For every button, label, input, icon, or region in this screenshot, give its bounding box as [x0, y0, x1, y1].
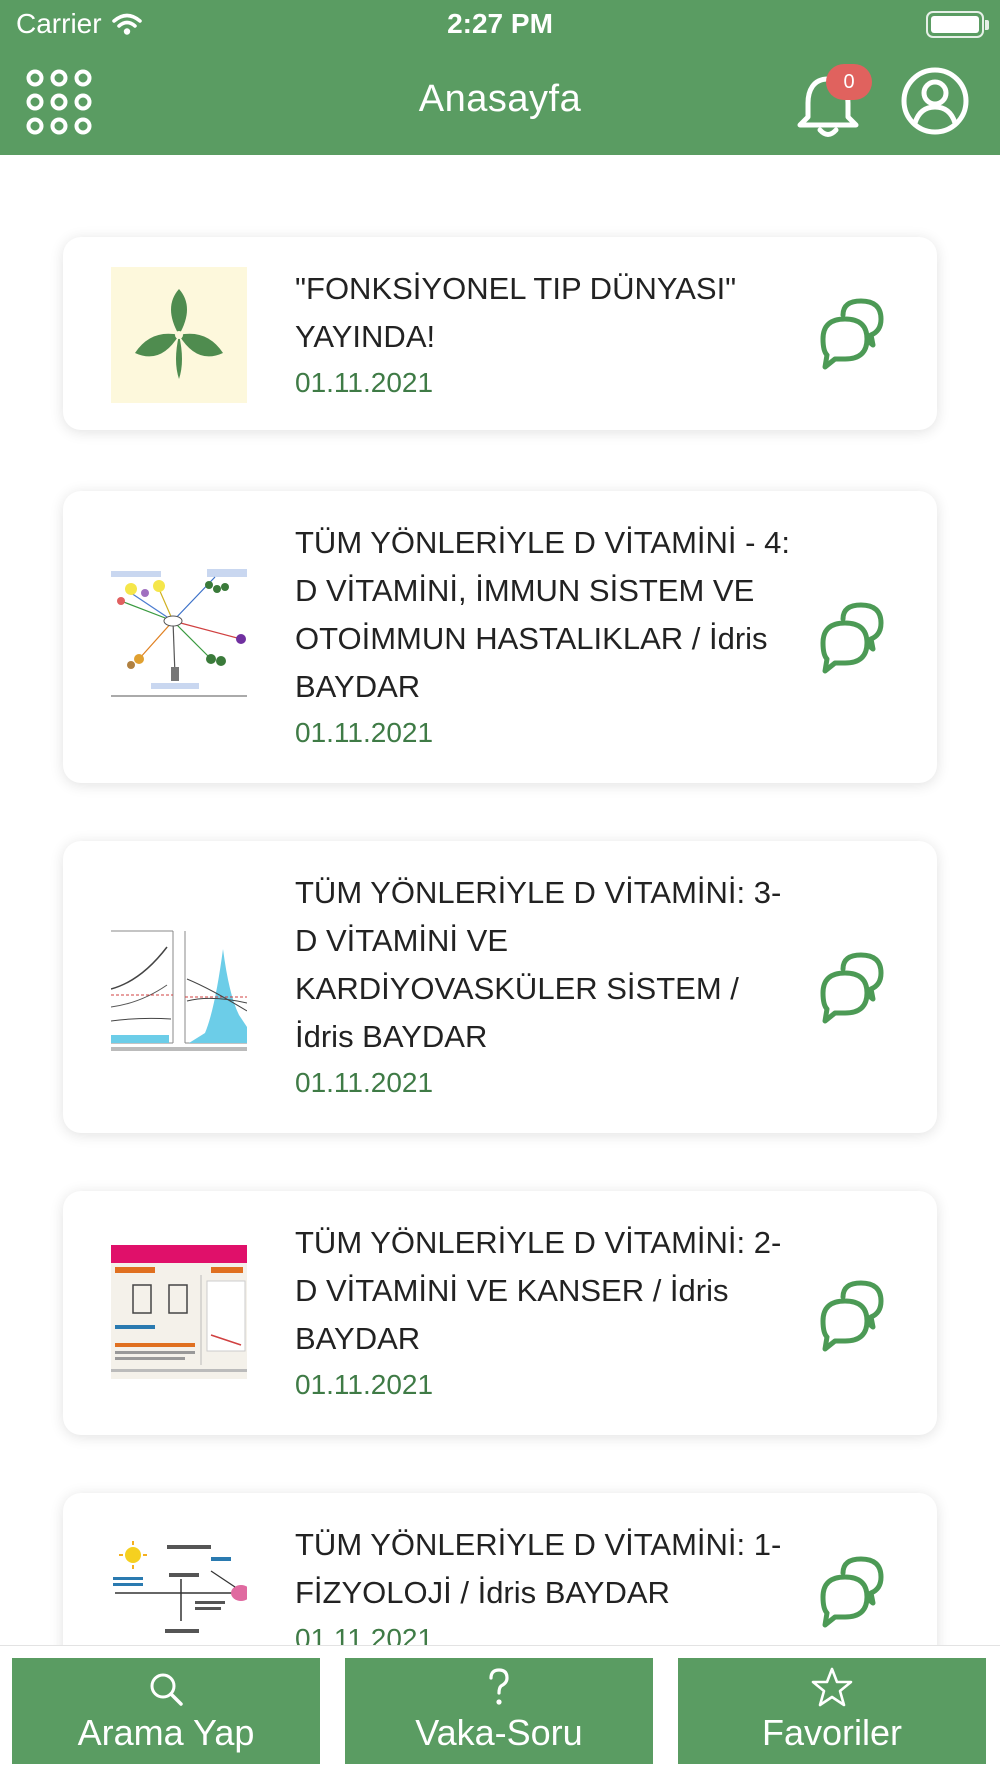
article-title: TÜM YÖNLERİYLE D VİTAMİNİ: 2- D VİTAMİNİ…	[295, 1225, 782, 1356]
app-header: Carrier 2:27 PM Anasayfa 0	[0, 0, 1000, 155]
immune-system-diagram-icon	[111, 569, 247, 697]
tab-case-question[interactable]: Vaka-Soru	[345, 1658, 653, 1764]
article-date: 01.11.2021	[295, 1067, 434, 1098]
question-mark-icon	[489, 1668, 509, 1705]
comment-button[interactable]	[813, 599, 889, 675]
comment-button[interactable]	[813, 949, 889, 1025]
tab-favorites-label: Favoriler	[761, 1712, 903, 1753]
profile-button[interactable]	[900, 66, 970, 136]
nav-bar: Anasayfa 0	[0, 50, 1000, 155]
article-thumbnail	[111, 569, 247, 705]
comment-button[interactable]	[813, 1553, 889, 1629]
article-card[interactable]: TÜM YÖNLERİYLE D VİTAMİNİ: 3- D VİTAMİNİ…	[63, 841, 937, 1133]
article-date: 01.11.2021	[295, 1369, 434, 1400]
search-icon	[150, 1673, 183, 1706]
status-time: 2:27 PM	[447, 8, 553, 39]
article-card[interactable]: TÜM YÖNLERİYLE D VİTAMİNİ - 4: D VİTAMİN…	[63, 491, 937, 783]
article-thumbnail	[111, 267, 247, 403]
grid-menu-button[interactable]	[24, 67, 94, 137]
article-title: TÜM YÖNLERİYLE D VİTAMİNİ: 3- D VİTAMİNİ…	[295, 875, 782, 1054]
article-card[interactable]: TÜM YÖNLERİYLE D VİTAMİNİ: 1-FİZYOLOJİ /…	[63, 1493, 937, 1645]
chat-bubbles-icon	[820, 1556, 884, 1628]
user-profile-icon	[901, 67, 969, 135]
article-title: TÜM YÖNLERİYLE D VİTAMİNİ - 4: D VİTAMİN…	[295, 525, 790, 704]
tab-case-question-label: Vaka-Soru	[415, 1712, 583, 1753]
star-icon	[811, 1667, 853, 1707]
article-text: TÜM YÖNLERİYLE D VİTAMİNİ: 2- D VİTAMİNİ…	[295, 1219, 795, 1401]
tab-search-label: Arama Yap	[77, 1712, 255, 1753]
article-card[interactable]: "FONKSİYONEL TIP DÜNYASI" YAYINDA! 01.11…	[63, 237, 937, 430]
bottom-tab-bar: Arama Yap Vaka-Soru Favoriler	[0, 1645, 1000, 1778]
article-date: 01.11.2021	[295, 367, 434, 398]
status-bar: Carrier 2:27 PM	[0, 0, 1000, 50]
article-text: TÜM YÖNLERİYLE D VİTAMİNİ: 1-FİZYOLOJİ /…	[295, 1521, 795, 1645]
article-title: TÜM YÖNLERİYLE D VİTAMİNİ: 1-FİZYOLOJİ /…	[295, 1527, 782, 1610]
article-date: 01.11.2021	[295, 717, 434, 748]
cancer-infographic-icon	[111, 1245, 247, 1379]
physiology-diagram-icon	[113, 1541, 247, 1633]
article-thumbnail	[111, 1521, 247, 1645]
tab-favorites[interactable]: Favoriler	[678, 1658, 986, 1764]
article-thumbnail	[111, 1245, 247, 1381]
article-feed[interactable]: "FONKSİYONEL TIP DÜNYASI" YAYINDA! 01.11…	[0, 155, 1000, 1645]
cardiovascular-charts-icon	[111, 930, 247, 1051]
leaf-logo-icon	[135, 289, 223, 379]
chat-bubbles-icon	[820, 298, 884, 370]
article-card[interactable]: TÜM YÖNLERİYLE D VİTAMİNİ: 2- D VİTAMİNİ…	[63, 1191, 937, 1435]
grid-menu-icon	[26, 69, 92, 135]
article-thumbnail	[111, 919, 247, 1055]
comment-button[interactable]	[813, 1277, 889, 1353]
chat-bubbles-icon	[820, 1280, 884, 1352]
chat-bubbles-icon	[820, 602, 884, 674]
tab-search[interactable]: Arama Yap	[12, 1658, 320, 1764]
battery-icon	[926, 11, 989, 38]
article-date: 01.11.2021	[295, 1623, 434, 1645]
article-text: "FONKSİYONEL TIP DÜNYASI" YAYINDA! 01.11…	[295, 265, 795, 399]
article-text: TÜM YÖNLERİYLE D VİTAMİNİ - 4: D VİTAMİN…	[295, 519, 795, 749]
article-text: TÜM YÖNLERİYLE D VİTAMİNİ: 3- D VİTAMİNİ…	[295, 869, 795, 1099]
comment-button[interactable]	[813, 295, 889, 371]
chat-bubbles-icon	[820, 952, 884, 1024]
article-title: "FONKSİYONEL TIP DÜNYASI" YAYINDA!	[295, 271, 737, 354]
notification-badge: 0	[826, 64, 872, 100]
